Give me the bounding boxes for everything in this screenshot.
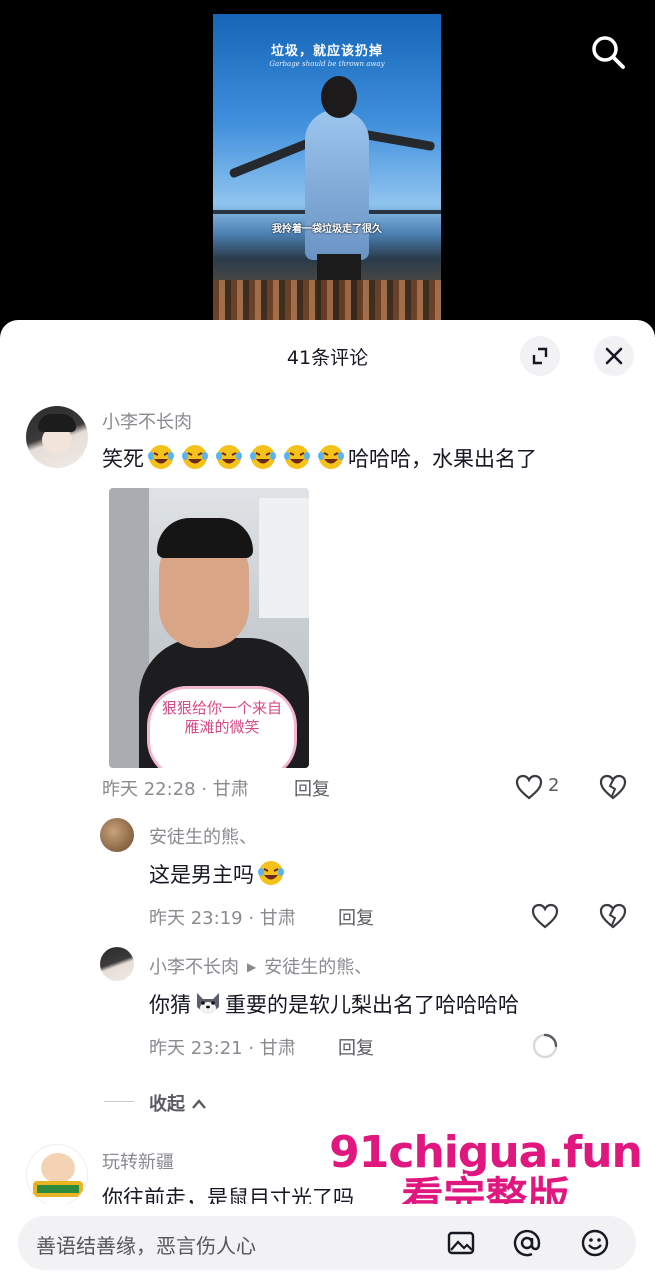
reply-text-part: 这是男主吗: [149, 863, 254, 887]
image-icon: [447, 1231, 475, 1255]
collapse-divider: [104, 1101, 134, 1102]
video-title: 垃圾，就应该扔掉: [270, 44, 383, 59]
mention-button[interactable]: [512, 1228, 542, 1258]
reply-text-part: 你猜: [149, 993, 191, 1017]
heart-icon: [531, 903, 559, 929]
reply-time-location: 昨天 23:21 · 甘肃: [149, 1038, 296, 1059]
laughing-emoji-icon: [214, 443, 244, 471]
reply-text-part: 重要的是软儿梨出名了哈哈哈哈: [225, 993, 519, 1017]
expand-button[interactable]: [520, 336, 560, 376]
close-button[interactable]: [594, 336, 634, 376]
reply-button[interactable]: 回复: [338, 1034, 374, 1060]
reply-button[interactable]: 回复: [294, 775, 330, 801]
comment-input-bar: 善语结善缘，恶言伤人心: [0, 1204, 655, 1280]
video-figure-arm: [228, 138, 312, 179]
comment-image[interactable]: 狠狠给你一个来自雁滩的微笑: [109, 488, 309, 768]
comment-text-part: 笑死: [102, 447, 144, 471]
comment-username[interactable]: 玩转新疆: [102, 1148, 174, 1174]
watermark-url: 91chigua.fun: [329, 1127, 643, 1178]
video-area[interactable]: 垃圾，就应该扔掉 Garbage should be thrown away 我…: [0, 0, 655, 340]
video-caption: 我拎着一袋垃圾走了很久: [272, 224, 382, 235]
dislike-button[interactable]: [598, 772, 628, 802]
broken-heart-icon: [599, 774, 627, 800]
video-figure-head: [321, 76, 357, 118]
smiley-icon: [581, 1229, 609, 1257]
comment-username[interactable]: 小李不长肉: [102, 408, 192, 434]
reply-username[interactable]: 安徒生的熊、: [149, 823, 257, 849]
like-button[interactable]: [514, 772, 544, 802]
comment-image-sticker: 狠狠给你一个来自雁滩的微笑: [147, 686, 297, 768]
reply-arrow-icon: ▶: [247, 960, 257, 974]
video-figure: [305, 110, 369, 260]
collapse-replies-button[interactable]: 收起: [149, 1090, 207, 1116]
video-figure-arm: [362, 129, 436, 152]
avatar[interactable]: [26, 406, 88, 468]
dog-emoji-icon: [193, 989, 223, 1017]
video-ground: [213, 280, 441, 320]
comment-text: 笑死 哈哈哈，水果出名了: [102, 443, 537, 473]
reply-text: 这是男主吗: [149, 859, 288, 889]
avatar[interactable]: [100, 947, 134, 981]
avatar[interactable]: [100, 818, 134, 852]
loading-spinner-icon: [530, 1031, 560, 1061]
sheet-header: 41条评论: [0, 320, 655, 388]
sticker-text: 狠狠给你一个来自雁滩的微笑: [161, 699, 282, 736]
video-subtitle: Garbage should be thrown away: [269, 60, 385, 68]
like-button[interactable]: [530, 901, 560, 931]
laughing-emoji-icon: [248, 443, 278, 471]
laughing-emoji-icon: [282, 443, 312, 471]
reply-username: 小李不长肉 ▶ 安徒生的熊、: [149, 953, 372, 979]
reply-text: 你猜 重要的是软儿梨出名了哈哈哈哈: [149, 989, 519, 1019]
reply-time-location: 昨天 23:19 · 甘肃: [149, 908, 296, 929]
emoji-button[interactable]: [580, 1228, 610, 1258]
avatar[interactable]: [26, 1144, 88, 1206]
laughing-emoji-icon: [316, 443, 346, 471]
broken-heart-icon: [599, 903, 627, 929]
reply-target[interactable]: 安徒生的熊、: [264, 957, 372, 978]
laughing-emoji-icon: [146, 443, 176, 471]
reply-author[interactable]: 小李不长肉: [149, 957, 239, 978]
at-icon: [513, 1229, 541, 1257]
laughing-emoji-icon: [256, 859, 286, 887]
collapse-label: 收起: [149, 1094, 185, 1115]
reply-button[interactable]: 回复: [338, 904, 374, 930]
chevron-up-icon: [191, 1094, 207, 1115]
comment-input-placeholder: 善语结善缘，恶言伤人心: [36, 1234, 256, 1258]
heart-icon: [515, 774, 543, 800]
close-icon: [605, 347, 623, 365]
comment-sheet: 41条评论 小李不长肉 笑死 哈哈哈，水果出名了 狠狠给你一个来自雁滩的微笑 昨…: [0, 320, 655, 1280]
comment-time-location: 昨天 22:28 · 甘肃: [102, 779, 249, 800]
laughing-emoji-icon: [180, 443, 210, 471]
video-thumbnail[interactable]: 垃圾，就应该扔掉 Garbage should be thrown away 我…: [213, 14, 441, 320]
comment-text-part: 哈哈哈，水果出名了: [348, 447, 537, 471]
search-button[interactable]: [586, 30, 630, 74]
like-count: 2: [548, 775, 560, 796]
comment-input[interactable]: 善语结善缘，恶言伤人心: [18, 1216, 636, 1270]
image-picker-button[interactable]: [446, 1228, 476, 1258]
expand-icon: [532, 347, 548, 365]
search-icon: [592, 36, 625, 69]
dislike-button[interactable]: [598, 901, 628, 931]
emoji-group: [144, 445, 348, 471]
